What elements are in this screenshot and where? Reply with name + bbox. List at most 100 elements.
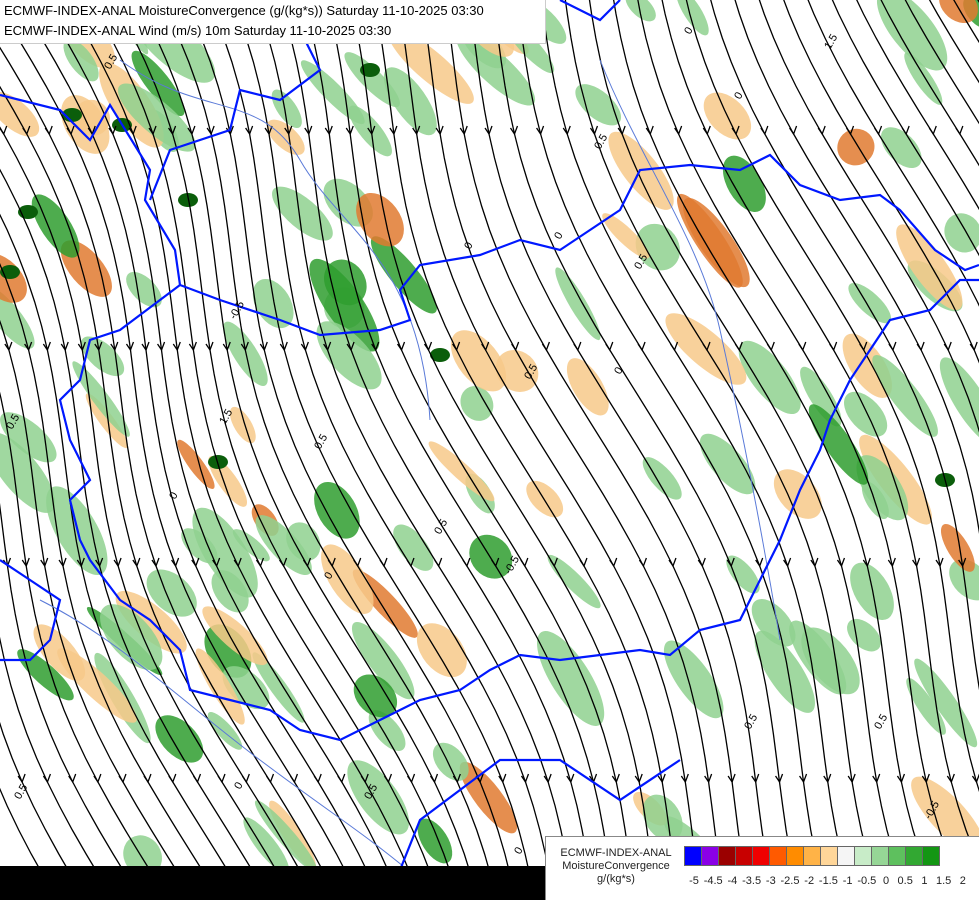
streamline-arrow — [669, 341, 679, 352]
streamline-arrow — [888, 341, 897, 352]
streamline-arrow — [520, 557, 529, 568]
legend-swatch — [684, 846, 702, 866]
legend-swatch — [752, 846, 770, 866]
legend-tick-label: -4 — [727, 875, 738, 887]
divergence-area — [566, 358, 609, 416]
legend-caption: ECMWF-INDEX-ANAL MoistureConvergence g/(… — [548, 847, 684, 886]
legend-parameter-name: MoistureConvergence — [562, 860, 670, 872]
legend-swatch — [888, 846, 906, 866]
streamline-arrow — [4, 341, 13, 352]
streamline-arrow — [928, 125, 937, 136]
streamline-arrow — [337, 773, 346, 784]
streamline-arrow — [434, 557, 443, 568]
wind-streamline — [516, 0, 828, 900]
streamline-arrow — [217, 773, 226, 784]
legend-tick-labels: -5 -4.5 -4 -3.5 -3 -2.5 -2 -1.5 -1 -0.5 0 0.5 1 1.5 2 — [684, 875, 979, 889]
streamline-arrow — [566, 773, 575, 784]
contour-label: 0 — [232, 780, 245, 791]
streamline-arrow — [118, 773, 127, 784]
streamline-arrow — [168, 773, 177, 784]
wind-streamline — [953, 0, 979, 44]
legend-tick-label: 0.5 — [897, 875, 913, 887]
convergence-area — [944, 213, 979, 253]
streamline-arrow — [541, 341, 551, 352]
legend-tick-label: 2 — [959, 875, 966, 887]
legend-model-name: ECMWF-INDEX-ANAL — [560, 847, 672, 859]
legend-tick-label: -2.5 — [780, 875, 800, 887]
convergence-area — [547, 554, 601, 609]
contour-label: 1.5 — [822, 32, 840, 51]
divergence-area — [837, 128, 875, 166]
streamline-arrow — [874, 125, 883, 136]
legend-tick-label: -2 — [804, 875, 815, 887]
legend-swatch — [854, 846, 872, 866]
streamline-arrow — [609, 557, 618, 568]
legend-swatch — [871, 846, 889, 866]
weather-map: 0.5 0 -0.5 1.5 0.5 0 0.5 0 -0.5 0.5 0 0.5 0 0.5 0 0.5 1.… — [0, 0, 979, 900]
contour-label: 0 — [462, 240, 475, 251]
legend-unit: g/(kg*s) — [597, 873, 635, 885]
contour-label: 0 — [612, 365, 625, 376]
streamline-arrow — [829, 341, 838, 352]
legend-tick-label: 1 — [921, 875, 928, 887]
convergence-area — [536, 631, 605, 726]
streamline-arrow — [766, 341, 775, 352]
streamline-arrow — [955, 125, 964, 136]
divergence-area — [0, 91, 40, 137]
legend-tick-label: -5 — [689, 875, 699, 887]
legend-swatch — [922, 846, 940, 866]
legend-tick-label: 0 — [882, 875, 890, 887]
wind-streamline — [637, 0, 968, 900]
divergence-area — [428, 441, 495, 502]
contour-label: 0 — [552, 230, 565, 241]
wind-streamline — [492, 0, 801, 900]
legend-tick-label: -3.5 — [742, 875, 762, 887]
wind-streamline — [254, 0, 574, 900]
streamline-arrow — [241, 773, 250, 784]
streamline-arrow — [573, 341, 582, 352]
streamline-arrow — [132, 557, 141, 568]
wind-streamline — [977, 0, 979, 3]
contour-label: 0 — [167, 490, 180, 501]
legend-swatch — [769, 846, 787, 866]
convergence-area — [880, 127, 922, 168]
streamline-arrow — [817, 125, 826, 136]
streamline-arrow — [289, 773, 299, 784]
streamline-arrow — [605, 341, 614, 352]
streamline-arrow — [637, 341, 646, 352]
streamline-arrow — [265, 773, 275, 784]
legend-swatch — [735, 846, 753, 866]
streamline-arrow — [589, 125, 599, 136]
streamline-arrow — [143, 773, 152, 784]
legend-swatch — [905, 846, 923, 866]
convergence-area — [850, 562, 894, 620]
streamline-arrow — [579, 557, 588, 568]
contour-label: 0.5 — [872, 712, 890, 731]
convergence-area — [155, 715, 204, 763]
streamline-arrow — [192, 773, 202, 784]
title-wind: ECMWF-INDEX-ANAL Wind (m/s) 10m Saturday… — [4, 23, 392, 38]
legend-swatch — [718, 846, 736, 866]
legend-swatch — [820, 846, 838, 866]
wind-streamline — [904, 0, 979, 125]
contour-label: 0.5 — [432, 517, 450, 536]
legend-swatch — [701, 846, 719, 866]
streamline-arrow — [379, 557, 388, 568]
convergence-area — [722, 155, 766, 212]
legend-tick-label: -4.5 — [703, 875, 723, 887]
streamline-arrow — [798, 341, 807, 352]
legend-swatch — [837, 846, 855, 866]
streamline-arrow — [313, 773, 322, 784]
legend-tick-label: -1.5 — [818, 875, 838, 887]
legend-swatches — [684, 846, 940, 868]
contour-label: 0.5 — [312, 432, 330, 451]
legend-tick-label: -3 — [765, 875, 776, 887]
legend-tick-label: 1.5 — [935, 875, 952, 887]
contour-label: 0.5 — [12, 782, 30, 801]
legend-tick-label: -1 — [842, 875, 853, 887]
contour-label: 0.5 — [742, 712, 760, 731]
convergence-area — [126, 271, 162, 308]
streamline-arrow — [0, 125, 8, 136]
streamline-arrow — [462, 557, 471, 568]
color-legend: ECMWF-INDEX-ANAL MoistureConvergence g/(… — [545, 836, 979, 900]
